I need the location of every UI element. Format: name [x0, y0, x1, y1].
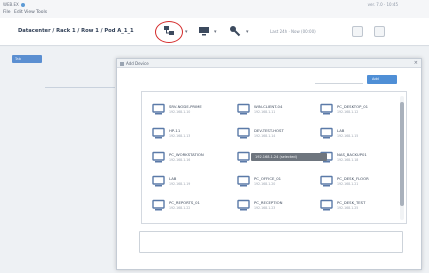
network-icon[interactable] — [162, 24, 176, 38]
menu-bar: File Edit View Tools — [0, 9, 429, 18]
device-address: 192.168.1.19 — [169, 182, 191, 186]
computer-icon — [320, 199, 333, 211]
computer-icon — [237, 151, 250, 163]
device-name: PC_DESK_TEST — [337, 200, 366, 205]
device-item[interactable]: LAB 192.168.1.19 — [152, 172, 230, 194]
device-address: 192.168.1.23 — [254, 206, 276, 210]
menu-file[interactable]: File — [3, 10, 11, 15]
computer-icon — [320, 175, 333, 187]
device-item[interactable]: WIN-CLIENT-04 192.168.1.11 — [237, 100, 315, 122]
grid-view-icon[interactable] — [352, 26, 363, 37]
device-item[interactable]: PC_OFFICE_01 192.168.1.20 — [237, 172, 315, 194]
device-name: PC_WORKSTATION — [169, 152, 204, 157]
chevron-down-icon[interactable]: ▾ — [214, 29, 217, 35]
device-item[interactable]: PC_REPORTS_01 192.168.1.22 — [152, 196, 230, 218]
divider — [45, 87, 115, 88]
scroll-thumb[interactable] — [400, 102, 404, 206]
device-address: 192.168.1.15 — [337, 134, 359, 138]
toolbar: Datacenter / Rack 1 / Row 1 / Pod A_1_1 … — [0, 18, 429, 46]
computer-icon — [237, 199, 250, 211]
device-item[interactable]: SRV-NODE-PRIME 192.168.1.10 — [152, 100, 230, 122]
device-item[interactable]: PC_DESK_TEST 192.168.1.25 — [320, 196, 398, 218]
tooltip: 192.168.1.24 (selected) — [251, 153, 327, 161]
breadcrumb[interactable]: Datacenter / Rack 1 / Row 1 / Pod A_1_1 — [18, 28, 134, 34]
computer-icon — [320, 127, 333, 139]
computer-icon — [152, 199, 165, 211]
device-item[interactable]: PC_DESKTOP_01 192.168.1.12 — [320, 100, 398, 122]
device-name: HP-11 — [169, 128, 181, 133]
workspace-tab-label: Tab — [15, 56, 21, 61]
device-item[interactable]: HP-11 192.168.1.13 — [152, 124, 230, 146]
device-name: PC_RECEPTION — [254, 200, 283, 205]
device-item[interactable]: NAS_BACKUP01 192.168.1.18 — [320, 148, 398, 170]
device-item[interactable]: DEV-TEST-HOST 192.168.1.14 — [237, 124, 315, 146]
device-address: 192.168.1.21 — [337, 182, 359, 186]
workspace-tab[interactable]: Tab — [12, 55, 42, 63]
dialog-icon — [120, 61, 124, 66]
device-address: 192.168.1.22 — [169, 206, 191, 210]
close-icon[interactable]: × — [414, 60, 418, 66]
device-item[interactable]: PC_WORKSTATION 192.168.1.16 — [152, 148, 230, 170]
device-address: 192.168.1.14 — [254, 134, 276, 138]
time-filter[interactable]: Last 24h · Now (00:00) — [270, 29, 316, 34]
description-textarea[interactable] — [139, 231, 403, 253]
app-name: WEB.EX — [3, 2, 19, 7]
layout-icon[interactable] — [374, 26, 385, 37]
device-name: WIN-CLIENT-04 — [254, 104, 283, 109]
wrench-icon[interactable] — [228, 24, 242, 38]
title-status: ver. 7.0 · 10:45 — [367, 2, 398, 7]
computer-icon — [237, 103, 250, 115]
title-bar: WEB.EX ver. 7.0 · 10:45 — [0, 0, 429, 9]
device-name: LAB — [169, 176, 177, 181]
device-address: 192.168.1.11 — [254, 110, 276, 114]
add-device-dialog: Add Device × Add SRV-NODE-PRIME 192.168.… — [116, 58, 422, 270]
chevron-down-icon[interactable]: ▾ — [185, 29, 188, 35]
computer-icon — [237, 127, 250, 139]
dialog-title: Add Device — [126, 61, 149, 66]
device-address: 192.168.1.20 — [254, 182, 276, 186]
computer-icon — [152, 127, 165, 139]
device-address: 192.168.1.16 — [169, 158, 191, 162]
device-item[interactable]: PC_DESK_FLOOR 192.168.1.21 — [320, 172, 398, 194]
device-name: LAB — [337, 128, 345, 133]
device-name: DEV-TEST-HOST — [254, 128, 284, 133]
menu-edit-view[interactable]: Edit View — [14, 10, 35, 15]
device-name: PC_REPORTS_01 — [169, 200, 200, 205]
computer-icon — [152, 175, 165, 187]
device-name: PC_OFFICE_01 — [254, 176, 282, 181]
search-field[interactable] — [315, 78, 363, 84]
device-address: 192.168.1.13 — [169, 134, 191, 138]
device-name: PC_DESK_FLOOR — [337, 176, 369, 181]
device-item[interactable]: LAB 192.168.1.15 — [320, 124, 398, 146]
scrollbar[interactable] — [400, 96, 404, 220]
device-grid: SRV-NODE-PRIME 192.168.1.10 WIN-CLIENT-0… — [141, 91, 407, 224]
computer-icon — [152, 151, 165, 163]
computer-icon — [237, 175, 250, 187]
chevron-down-icon[interactable]: ▾ — [246, 29, 249, 35]
computer-icon — [152, 103, 165, 115]
computer-icon — [320, 103, 333, 115]
dialog-titlebar: Add Device × — [117, 59, 421, 68]
device-address: 192.168.1.25 — [337, 206, 359, 210]
menu-tools[interactable]: Tools — [36, 10, 47, 15]
device-address: 192.168.1.18 — [337, 158, 359, 162]
tooltip-text: 192.168.1.24 (selected) — [255, 154, 297, 159]
monitor-icon[interactable] — [197, 24, 211, 38]
device-address: 192.168.1.12 — [337, 110, 359, 114]
add-button-label: Add — [372, 77, 379, 81]
device-item[interactable]: PC_RECEPTION 192.168.1.23 — [237, 196, 315, 218]
app-logo-icon — [21, 3, 25, 7]
device-name: SRV-NODE-PRIME — [169, 104, 202, 109]
device-name: PC_DESKTOP_01 — [337, 104, 369, 109]
device-name: NAS_BACKUP01 — [337, 152, 367, 157]
device-address: 192.168.1.10 — [169, 110, 191, 114]
add-button[interactable]: Add — [367, 75, 397, 84]
